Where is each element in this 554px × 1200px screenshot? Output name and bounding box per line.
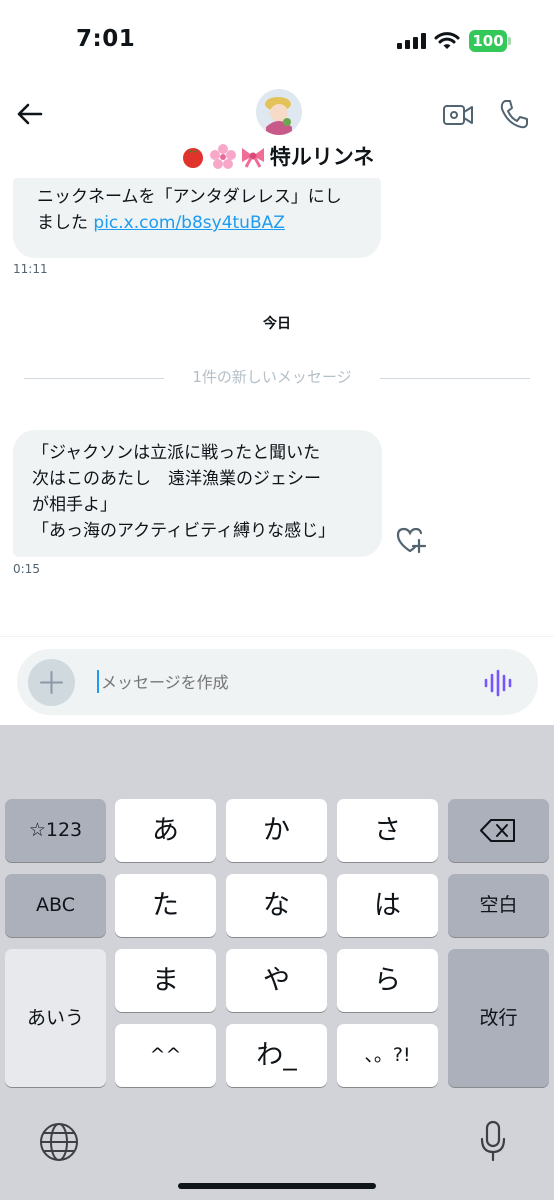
key-ka[interactable]: か	[226, 799, 327, 862]
phone-icon[interactable]	[498, 98, 530, 130]
key-symbols[interactable]: ☆123	[5, 799, 106, 862]
backspace-key[interactable]	[448, 799, 549, 862]
tomato-emoji-icon	[182, 148, 203, 168]
cherry-blossom-emoji-icon	[209, 144, 236, 169]
key-sa[interactable]: さ	[337, 799, 438, 862]
message-input[interactable]	[101, 670, 401, 694]
message-timestamp: 11:11	[13, 262, 48, 276]
key-kana[interactable]: あいう	[5, 949, 106, 1087]
conversation-name-text: 特ルリンネ	[269, 145, 375, 169]
voice-message-icon[interactable]	[483, 668, 513, 698]
plus-icon	[40, 671, 63, 694]
status-time: 7:01	[76, 26, 136, 52]
key-ha[interactable]: は	[337, 874, 438, 937]
message-text-line: ました	[37, 213, 94, 233]
battery-icon: 100	[469, 30, 507, 52]
message-link[interactable]: pic.x.com/b8sy4tuBAZ	[93, 213, 284, 233]
message-bubble[interactable]: 「ジャクソンは立派に戦ったと聞いた 次はこのあたし 遠洋漁業のジェシー が相手よ…	[13, 430, 382, 557]
message-text-line: ニックネームを「アンタダレレス」にし	[37, 187, 342, 207]
key-ta[interactable]: た	[115, 874, 216, 937]
key-punctuation[interactable]: 、。?!	[337, 1024, 438, 1087]
globe-icon[interactable]	[38, 1121, 80, 1163]
video-call-icon[interactable]	[442, 100, 474, 130]
key-ya[interactable]: や	[226, 949, 327, 1012]
wifi-icon	[434, 32, 460, 49]
text-caret	[97, 670, 99, 693]
key-enter[interactable]: 改行	[448, 949, 549, 1087]
message-bubble[interactable]: ニックネームを「アンタダレレス」にし ました pic.x.com/b8sy4tu…	[13, 178, 381, 258]
date-separator: 今日	[263, 316, 291, 332]
backspace-icon	[479, 819, 515, 842]
ribbon-emoji-icon	[241, 148, 264, 168]
key-ma[interactable]: ま	[115, 949, 216, 1012]
back-arrow-icon[interactable]	[14, 98, 46, 130]
new-messages-divider-right	[380, 378, 530, 379]
new-messages-label: 1件の新しいメッセージ	[192, 368, 352, 386]
key-na[interactable]: な	[226, 874, 327, 937]
battery-tip	[508, 37, 511, 45]
key-ra[interactable]: ら	[337, 949, 438, 1012]
key-wa[interactable]: わ_	[226, 1024, 327, 1087]
key-caret[interactable]: ^^	[115, 1024, 216, 1087]
add-media-button[interactable]	[28, 659, 75, 706]
key-space[interactable]: 空白	[448, 874, 549, 937]
cellular-signal-icon	[397, 33, 427, 49]
home-indicator	[178, 1183, 376, 1189]
microphone-icon[interactable]	[478, 1119, 508, 1163]
key-a[interactable]: あ	[115, 799, 216, 862]
composer-divider	[0, 636, 554, 637]
add-reaction-heart-icon[interactable]	[394, 524, 426, 556]
avatar[interactable]	[256, 89, 302, 135]
message-timestamp: 0:15	[13, 562, 40, 576]
conversation-name[interactable]: 特ルリンネ	[0, 141, 554, 171]
new-messages-divider-left	[24, 378, 164, 379]
key-abc[interactable]: ABC	[5, 874, 106, 937]
